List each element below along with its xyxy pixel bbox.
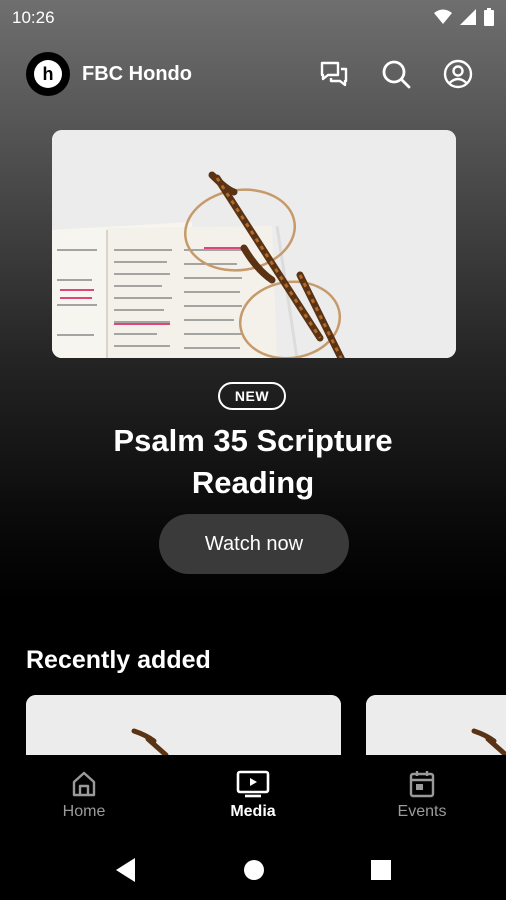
- watch-now-button[interactable]: Watch now: [159, 514, 349, 574]
- nav-item-media[interactable]: Media: [169, 755, 337, 843]
- search-icon: [382, 60, 411, 89]
- chat-icon: [320, 61, 348, 87]
- profile-button[interactable]: [442, 58, 474, 90]
- media-card-thumbnail: [26, 695, 341, 755]
- featured-title: Psalm 35 Scripture Reading: [113, 423, 393, 500]
- church-logo[interactable]: h: [26, 52, 70, 96]
- nav-item-events[interactable]: Events: [338, 755, 506, 843]
- bible-glasses-photo: [52, 130, 456, 358]
- nav-label-media: Media: [230, 803, 276, 820]
- cell-signal-icon: [460, 9, 476, 25]
- tv-play-icon: [236, 770, 270, 798]
- nav-label-events: Events: [397, 803, 447, 820]
- recently-added-heading: Recently added: [26, 646, 211, 674]
- app-header: h FBC Hondo: [0, 50, 506, 98]
- nav-label-home: Home: [62, 803, 106, 820]
- status-bar: 10:26: [0, 0, 506, 36]
- app-title: FBC Hondo: [82, 63, 192, 85]
- system-navigation-bar: [0, 843, 506, 900]
- wifi-icon: [434, 9, 452, 24]
- battery-icon: [484, 8, 494, 26]
- media-card[interactable]: [366, 695, 506, 755]
- logo-letter: h: [34, 60, 62, 88]
- new-badge: NEW: [218, 382, 286, 410]
- chat-button[interactable]: [318, 58, 350, 90]
- back-icon[interactable]: [115, 857, 137, 883]
- featured-media-thumbnail[interactable]: [52, 130, 456, 358]
- recents-square-icon[interactable]: [370, 857, 392, 883]
- search-button[interactable]: [380, 58, 412, 90]
- bottom-navigation: Home Media Events: [0, 755, 506, 843]
- home-icon: [72, 771, 96, 797]
- media-card-thumbnail: [366, 695, 506, 755]
- account-icon: [443, 59, 473, 89]
- status-icons: [434, 8, 494, 26]
- nav-item-home[interactable]: Home: [0, 755, 168, 843]
- calendar-icon: [409, 771, 435, 798]
- home-circle-icon[interactable]: [243, 857, 265, 883]
- media-card[interactable]: [26, 695, 341, 755]
- status-time: 10:26: [12, 8, 55, 27]
